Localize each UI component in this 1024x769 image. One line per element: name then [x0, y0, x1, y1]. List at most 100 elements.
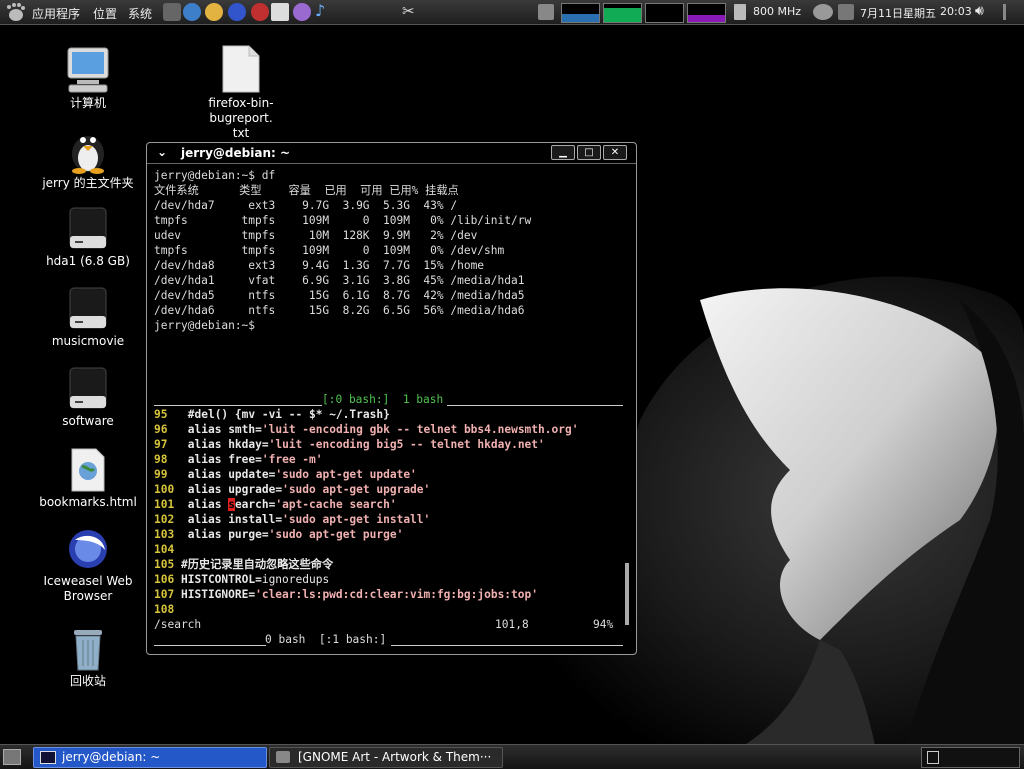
network-status-icon[interactable] [813, 4, 833, 20]
gnome-art-app-icon [276, 751, 290, 763]
tools-launcher-icon[interactable]: ✂ [402, 3, 420, 21]
menu-system[interactable]: 系统 [128, 5, 152, 22]
desktop-icon-label: software [62, 414, 114, 428]
taskbar-item-label: [GNOME Art - Artwork & Them··· [298, 750, 492, 764]
clock-time[interactable]: 20:03 [940, 5, 972, 18]
menu-places[interactable]: 位置 [93, 5, 117, 22]
window-menu-icon[interactable]: ⌄ [157, 145, 167, 159]
menu-applications[interactable]: 应用程序 [32, 5, 80, 22]
text-file-icon [222, 45, 260, 93]
desktop-icon-trash[interactable]: 回收站 [33, 626, 143, 689]
desktop-icon-label: bookmarks.html [39, 495, 137, 509]
tmux-divider [391, 645, 623, 646]
desktop-icon-iceweasel[interactable]: Iceweasel Web Browser [33, 526, 143, 604]
mail-launcher-icon[interactable] [205, 3, 223, 21]
desktop-icon-label: 回收站 [69, 674, 106, 688]
bottom-panel: jerry@debian: ~ [GNOME Art - Artwork & T… [0, 744, 1024, 769]
desktop-icon-computer[interactable]: 计算机 [33, 44, 143, 111]
taskbar-item-gnome-art[interactable]: [GNOME Art - Artwork & Them··· [269, 747, 503, 768]
html-file-icon [71, 448, 105, 492]
terminal-line: /dev/hda8 ext3 9.4G 1.3G 7.7G 15% /home [154, 259, 485, 272]
terminal-line: jerry@debian:~$ df [154, 169, 276, 182]
terminal-line: tmpfs tmpfs 109M 0 109M 0% /lib/init/rw [154, 214, 532, 227]
drive-icon [69, 287, 107, 329]
screenshot-icon[interactable] [538, 4, 554, 20]
vim-line: 99 alias update='sudo apt-get update' [154, 468, 417, 481]
vim-line: 100 alias upgrade='sudo apt-get upgrade' [154, 483, 431, 496]
tmux-status-top: [:0 bash:] 1 bash [322, 393, 444, 406]
cpu-chip-icon [734, 4, 746, 20]
swap-monitor [687, 3, 726, 23]
browser-launcher-icon[interactable] [183, 3, 201, 21]
terminal-line: /dev/hda6 ntfs 15G 8.2G 6.5G 56% /media/… [154, 304, 525, 317]
vim-line: 95 #del() {mv -vi -- $* ~/.Trash} [154, 408, 390, 421]
network-monitor [645, 3, 684, 23]
computer-icon [67, 47, 109, 93]
terminal-scrollbar[interactable] [625, 563, 629, 625]
vim-cursor-position: 101,8 [495, 618, 529, 631]
panel-handle [1003, 4, 1006, 20]
drive-icon [69, 207, 107, 249]
desktop-icon-bugreport[interactable]: firefox-bin-bugreport. txt [186, 44, 296, 141]
iceweasel-icon [69, 530, 107, 568]
volume-icon[interactable]: 🔊︎ [975, 3, 984, 19]
minimize-button[interactable]: ▁ [551, 145, 575, 160]
music-launcher-icon[interactable]: ♪ [315, 3, 333, 21]
workspace-switcher[interactable] [921, 747, 1020, 768]
vim-line: 98 alias free='free -m' [154, 453, 323, 466]
tmux-divider [154, 405, 322, 406]
terminal-line: /dev/hda7 ext3 9.7G 3.9G 5.3G 43% / [154, 199, 458, 212]
tmux-status-bottom: 0 bash [:1 bash:] [265, 633, 387, 646]
tmux-divider [154, 645, 266, 646]
vim-line-cursor: 101 alias search='apt-cache search' [154, 498, 397, 511]
workspace-1[interactable] [927, 751, 939, 764]
vim-line: 108 [154, 603, 175, 616]
terminal-app-icon [40, 751, 56, 764]
vim-line: 106 HISTCONTROL=ignoredups [154, 573, 330, 586]
terminal-line: tmpfs tmpfs 109M 0 109M 0% /dev/shm [154, 244, 505, 257]
desktop-icon-label-line2: txt [232, 126, 250, 140]
gnome-foot-icon[interactable] [4, 2, 26, 22]
keyboard-icon[interactable] [838, 4, 854, 20]
terminal-window[interactable]: ⌄ jerry@debian: ~ ▁ □ ✕ jerry@debian:~$ … [146, 142, 637, 655]
desktop-icon-hda1[interactable]: hda1 (6.8 GB) [33, 206, 143, 269]
taskbar-item-terminal[interactable]: jerry@debian: ~ [33, 747, 267, 768]
vim-line: 102 alias install='sudo apt-get install' [154, 513, 431, 526]
iceweasel-launcher-icon[interactable] [228, 3, 246, 21]
desktop-icon-bookmarks[interactable]: bookmarks.html [33, 447, 143, 510]
vim-line: 104 [154, 543, 175, 556]
vim-scroll-percent: 94% [593, 618, 614, 631]
terminal-line: /dev/hda1 vfat 6.9G 3.1G 3.8G 45% /media… [154, 274, 525, 287]
terminal-line: /dev/hda5 ntfs 15G 6.1G 8.7G 42% /media/… [154, 289, 525, 302]
top-panel: 应用程序 位置 系统 ♪ ✂ 800 MHz 7月11日星期五 20:03 🔊︎ [0, 0, 1024, 25]
taskbar-item-label: jerry@debian: ~ [62, 750, 161, 764]
vim-line: 107 HISTIGNORE='clear:ls:pwd:cd:clear:vim… [154, 588, 538, 601]
desktop-icon-label-line2: Browser [63, 589, 113, 603]
terminal-titlebar[interactable]: ⌄ jerry@debian: ~ ▁ □ ✕ [147, 143, 636, 164]
desktop-icon-musicmovie[interactable]: musicmovie [33, 286, 143, 349]
desktop-icon-home[interactable]: jerry 的主文件夹 [33, 126, 143, 191]
pidgin-launcher-icon[interactable] [293, 3, 311, 21]
terminal-line: udev tmpfs 10M 128K 9.9M 2% /dev [154, 229, 478, 242]
vim-line: 97 alias hkday='luit -encoding big5 -- t… [154, 438, 545, 451]
clock-date[interactable]: 7月11日星期五 [860, 5, 936, 21]
drive-icon [69, 367, 107, 409]
opera-launcher-icon[interactable] [251, 3, 269, 21]
vim-line: 105 #历史记录里自动忽略这些命令 [154, 558, 334, 571]
desktop-icon-label: musicmovie [51, 334, 125, 348]
vim-line: 103 alias purge='sudo apt-get purge' [154, 528, 404, 541]
trash-icon [74, 630, 102, 671]
desktop-icon-label: Iceweasel Web [43, 574, 133, 588]
desktop-icon-label: firefox-bin-bugreport. [208, 96, 274, 125]
desktop-icon-label: 计算机 [69, 96, 106, 110]
close-button[interactable]: ✕ [603, 145, 627, 160]
editor-launcher-icon[interactable] [271, 3, 289, 21]
vim-cursor: s [228, 498, 235, 511]
show-desktop-icon[interactable] [3, 749, 21, 765]
desktop-icon-software[interactable]: software [33, 366, 143, 429]
vim-command-line: /search [154, 618, 202, 631]
maximize-button[interactable]: □ [577, 145, 601, 160]
terminal-launcher-icon[interactable] [163, 3, 181, 21]
desktop-icon-label: hda1 (6.8 GB) [46, 254, 130, 268]
terminal-prompt: jerry@debian:~$ [154, 319, 256, 332]
